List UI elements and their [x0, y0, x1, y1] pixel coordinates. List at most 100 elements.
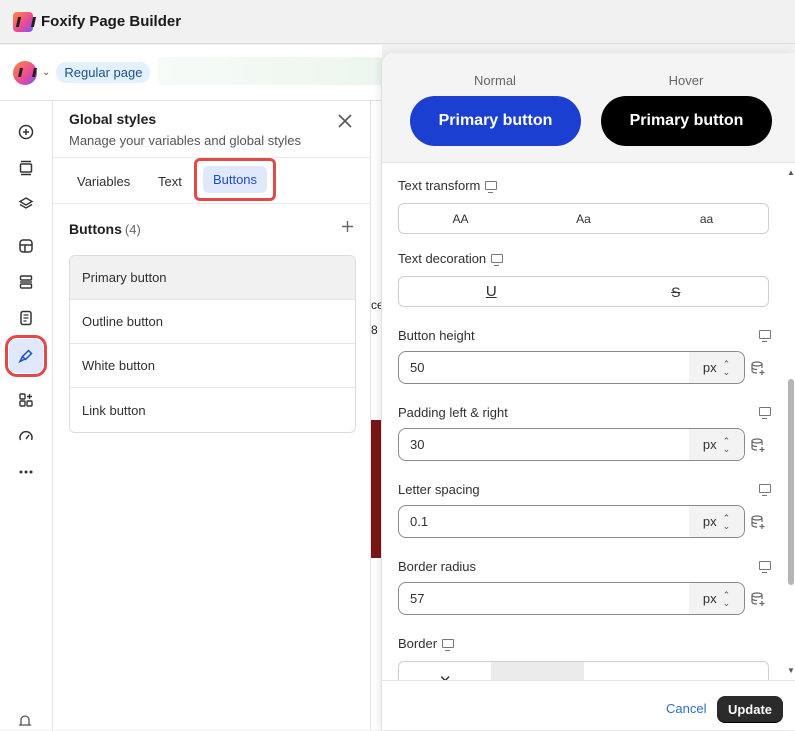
border-dashed-option[interactable]: - - -: [584, 662, 676, 680]
button-height-label: Button height: [398, 328, 475, 343]
store-avatar-icon[interactable]: [13, 60, 37, 85]
padding-label: Padding left & right: [398, 405, 508, 420]
letter-spacing-value[interactable]: 0.1: [399, 514, 689, 529]
desktop-icon[interactable]: [759, 484, 771, 496]
hover-button-preview: Primary button: [601, 96, 772, 146]
add-element-icon[interactable]: [9, 115, 43, 149]
list-item[interactable]: Link button: [70, 388, 355, 432]
unit-select[interactable]: px ⌃ ⌄: [689, 583, 744, 614]
border-radius-value[interactable]: 57: [399, 591, 689, 606]
desktop-icon[interactable]: [759, 330, 771, 342]
button-preview: Normal Hover Primary button Primary butt…: [382, 53, 795, 163]
cancel-button[interactable]: Cancel: [666, 701, 706, 716]
canvas-text-fragment: 8: [371, 323, 378, 337]
border-none-option[interactable]: ✕: [399, 662, 491, 680]
desktop-icon[interactable]: [485, 181, 498, 193]
buttons-list-header: Buttons (4): [69, 221, 141, 237]
chevron-down-icon[interactable]: ⌄: [42, 67, 50, 78]
button-height-input[interactable]: 50 px ⌃ ⌄: [398, 351, 745, 384]
dynamic-source-icon[interactable]: [751, 592, 765, 606]
scroll-up-arrow-icon[interactable]: ▲: [787, 168, 795, 177]
hover-state-label: Hover: [668, 73, 704, 88]
panel-subtitle: Manage your variables and global styles: [69, 133, 301, 148]
more-icon[interactable]: [9, 455, 43, 489]
layout-icon[interactable]: [9, 265, 43, 299]
add-button-icon[interactable]: [341, 217, 354, 237]
text-transform-lowercase[interactable]: aa: [645, 204, 768, 233]
editor-fields: Text transform AA Aa aa Text decoration …: [382, 164, 795, 680]
padding-value[interactable]: 30: [399, 437, 689, 452]
update-button[interactable]: Update: [717, 696, 783, 722]
scroll-down-arrow-icon[interactable]: ▼: [787, 666, 795, 675]
text-transform-options: AA Aa aa: [398, 203, 769, 234]
border-dotted-option[interactable]: · · · ·: [676, 662, 768, 680]
unit-select[interactable]: px ⌃ ⌄: [689, 352, 744, 383]
normal-state-label: Normal: [474, 73, 516, 88]
text-decoration-label: Text decoration: [398, 251, 504, 266]
dynamic-source-icon[interactable]: [751, 361, 765, 375]
list-item[interactable]: Primary button: [70, 256, 355, 300]
button-height-value[interactable]: 50: [399, 360, 689, 375]
text-decoration-label-text: Text decoration: [398, 251, 487, 266]
padding-input[interactable]: 30 px ⌃ ⌄: [398, 428, 745, 461]
global-styles-panel: Global styles Manage your variables and …: [53, 101, 371, 730]
layers-icon[interactable]: [9, 187, 43, 221]
unit-label: px: [702, 360, 717, 375]
unit-select[interactable]: px ⌃ ⌄: [689, 429, 744, 460]
desktop-icon[interactable]: [759, 561, 771, 573]
button-style-editor: Normal Hover Primary button Primary butt…: [381, 53, 795, 730]
tab-buttons[interactable]: Buttons: [202, 166, 268, 193]
left-rail: [0, 101, 53, 730]
desktop-icon[interactable]: [759, 407, 771, 419]
stepper-chevron-icon: ⌃ ⌄: [722, 435, 731, 454]
close-icon[interactable]: [337, 111, 353, 133]
letter-spacing-label: Letter spacing: [398, 482, 480, 497]
text-transform-uppercase[interactable]: AA: [399, 204, 522, 233]
panel-header: Global styles Manage your variables and …: [53, 101, 371, 158]
border-radius-input[interactable]: 57 px ⌃ ⌄: [398, 582, 745, 615]
stepper-chevron-icon: ⌃ ⌄: [722, 589, 731, 608]
buttons-list: Primary button Outline button White butt…: [69, 255, 356, 433]
page-icon[interactable]: [9, 301, 43, 335]
app-title: Foxify Page Builder: [41, 13, 182, 30]
text-transform-label: Text transform: [398, 178, 498, 193]
list-item[interactable]: White button: [70, 344, 355, 388]
title-bar: Foxify Page Builder: [0, 0, 795, 44]
tab-text[interactable]: Text: [158, 174, 182, 189]
app-logo-icon: [13, 11, 33, 32]
text-transform-capitalize[interactable]: Aa: [522, 204, 645, 233]
top-bar-progress-area: [158, 57, 382, 85]
border-radius-label: Border radius: [398, 559, 477, 574]
scrollbar-thumb[interactable]: [788, 379, 794, 585]
top-bar: ⌄ Regular page: [0, 45, 382, 101]
speed-icon[interactable]: [9, 419, 43, 453]
dynamic-source-icon[interactable]: [751, 515, 765, 529]
border-style-options: ✕ — - - - · · · ·: [398, 661, 769, 680]
global-styles-icon[interactable]: [5, 335, 47, 377]
list-item[interactable]: Outline button: [70, 300, 355, 344]
strikethrough-option[interactable]: S: [584, 277, 769, 306]
template-icon[interactable]: [9, 229, 43, 263]
desktop-icon[interactable]: [491, 254, 504, 266]
desktop-icon[interactable]: [442, 639, 455, 651]
text-decoration-options: U S: [398, 276, 769, 307]
tab-buttons-highlight: Buttons: [194, 158, 276, 201]
sections-icon[interactable]: [9, 151, 43, 185]
border-label: Border: [398, 636, 455, 651]
unit-label: px: [702, 514, 717, 529]
letter-spacing-input[interactable]: 0.1 px ⌃ ⌄: [398, 505, 745, 538]
buttons-list-title: Buttons: [69, 221, 122, 237]
buttons-list-count: (4): [124, 222, 141, 237]
notification-bell-icon[interactable]: [18, 714, 32, 731]
page-type-badge[interactable]: Regular page: [56, 62, 151, 83]
unit-select[interactable]: px ⌃ ⌄: [689, 506, 744, 537]
dynamic-source-icon[interactable]: [751, 438, 765, 452]
unit-label: px: [702, 591, 717, 606]
unit-label: px: [702, 437, 717, 452]
border-solid-option[interactable]: —: [491, 662, 584, 680]
underline-option[interactable]: U: [399, 277, 584, 306]
apps-icon[interactable]: [9, 383, 43, 417]
tab-variables[interactable]: Variables: [77, 174, 130, 189]
editor-footer: Cancel Update: [382, 680, 795, 730]
text-transform-label-text: Text transform: [398, 178, 481, 193]
